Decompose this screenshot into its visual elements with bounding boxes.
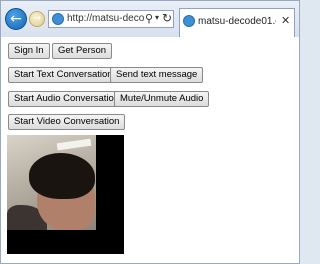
back-button[interactable]: ←	[5, 8, 27, 30]
start-video-conversation-button[interactable]: Start Video Conversation	[8, 114, 126, 130]
video-preview	[7, 135, 124, 254]
camera-feed-image	[7, 135, 96, 230]
start-audio-conversation-button[interactable]: Start Audio Conversation	[8, 91, 126, 107]
close-tab-icon[interactable]: ✕	[281, 14, 290, 27]
address-bar[interactable]: http://matsu-deco… ⚲ ▾ ↻	[48, 10, 174, 28]
send-text-message-button[interactable]: Send text message	[110, 67, 204, 83]
ie-favicon-icon	[52, 13, 64, 25]
chevron-down-icon[interactable]: ▾	[155, 13, 159, 22]
browser-window: ← → http://matsu-deco… ⚲ ▾ ↻ matsu-decod…	[0, 0, 300, 264]
page-content: Sign In Get Person Start Text Conversati…	[1, 37, 299, 263]
browser-tab[interactable]: matsu-decode01.ex… ✕	[179, 8, 295, 37]
forward-button[interactable]: →	[29, 11, 45, 27]
navigation-bar: ← → http://matsu-deco… ⚲ ▾ ↻ matsu-decod…	[1, 1, 299, 37]
address-url[interactable]: http://matsu-deco…	[67, 13, 145, 24]
tab-favicon-icon	[183, 15, 195, 27]
search-icon[interactable]: ⚲	[145, 12, 153, 25]
sign-in-button[interactable]: Sign In	[8, 43, 50, 59]
tab-title: matsu-decode01.ex…	[198, 16, 276, 27]
refresh-icon[interactable]: ↻	[162, 11, 172, 25]
get-person-button[interactable]: Get Person	[52, 43, 113, 59]
start-text-conversation-button[interactable]: Start Text Conversation	[8, 67, 119, 83]
mute-unmute-audio-button[interactable]: Mute/Unmute Audio	[114, 91, 210, 107]
